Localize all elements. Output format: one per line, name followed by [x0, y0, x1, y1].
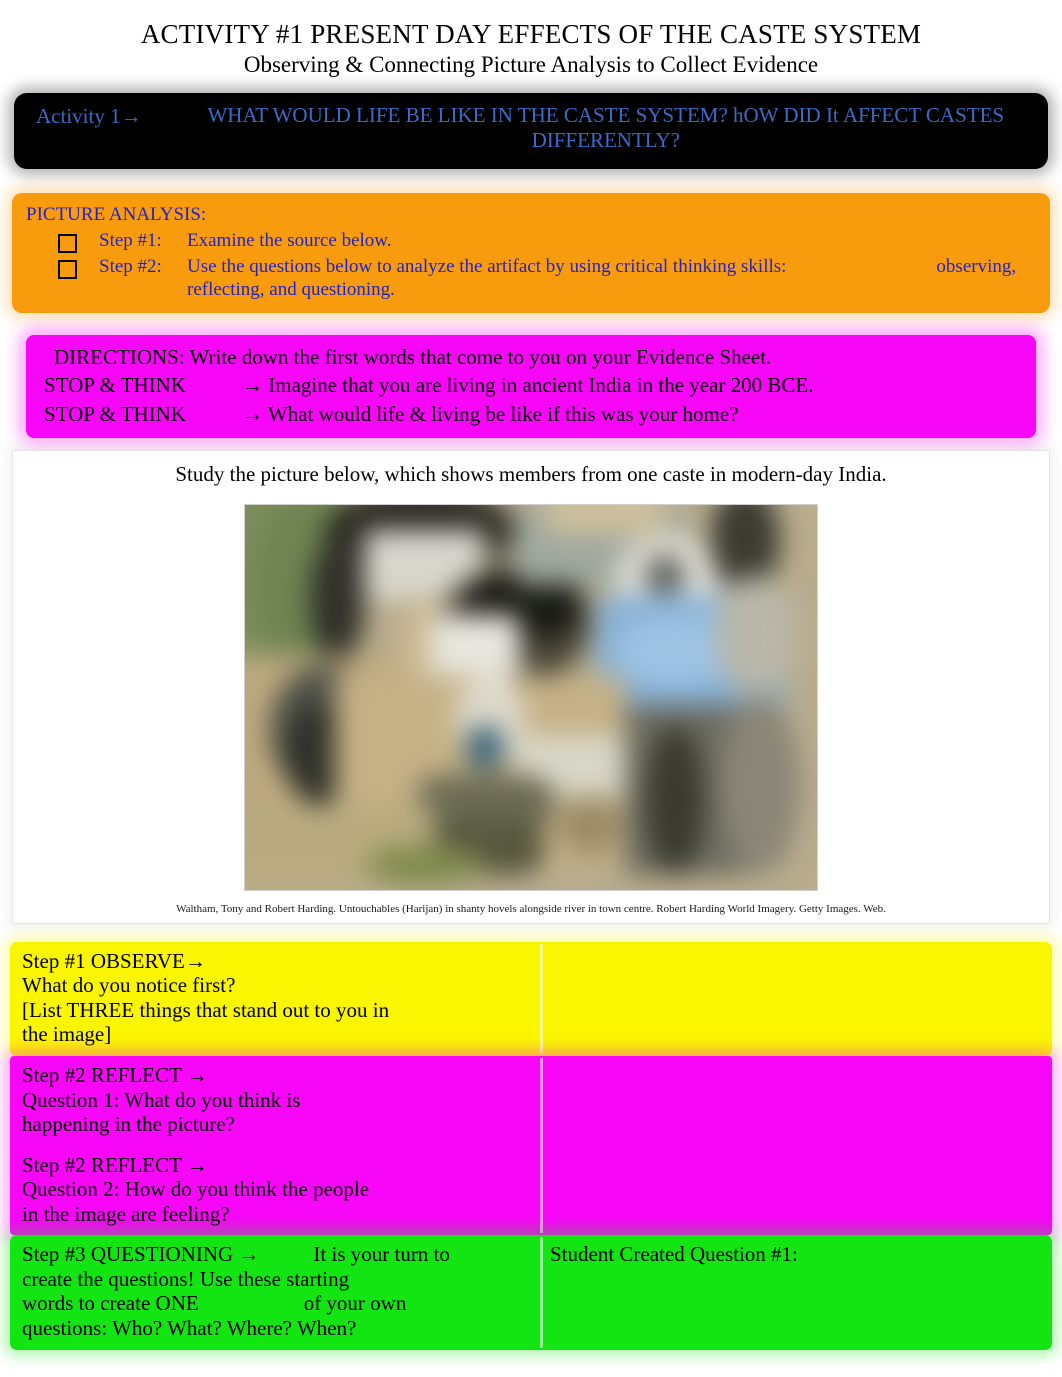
reflect-table: Step #2 REFLECT → Question 1: What do yo…: [10, 1055, 1052, 1236]
student-created-question-label: Student Created Question #1:: [550, 1242, 798, 1267]
response-tables: Step #1 OBSERVE→ What do you notice firs…: [0, 941, 1062, 1350]
source-photograph: [244, 503, 818, 891]
questioning-line-1: Step #3 QUESTIONING → It is your turn to: [22, 1242, 530, 1267]
stop-and-think-row-1: STOP & THINK → Imagine that you are livin…: [26, 371, 1036, 400]
reflect-1-answer-cell[interactable]: [540, 1056, 1052, 1146]
picture-analysis-step-1: Step #1: Examine the source below.: [58, 229, 1036, 253]
table-row: Step #3 QUESTIONING → It is your turn to …: [10, 1235, 1052, 1349]
table-row: Step #2 REFLECT → Question 2: How do you…: [10, 1146, 1052, 1236]
stop-and-think-label-1: STOP & THINK: [44, 373, 186, 398]
picture-container: Study the picture below, which shows mem…: [12, 450, 1050, 924]
questioning-line-2: create the questions! Use these starting: [22, 1266, 350, 1291]
reflect-2-answer-cell[interactable]: [540, 1146, 1052, 1236]
page-title-block: ACTIVITY #1 PRESENT DAY EFFECTS OF THE C…: [0, 0, 1062, 79]
reflect-1-line-2: Question 1: What do you think is: [22, 1087, 301, 1112]
observe-line-4: the image]: [22, 1022, 112, 1047]
questioning-line-1a: Step #3 QUESTIONING →: [22, 1242, 260, 1267]
stop-and-think-text-1: → Imagine that you are living in ancient…: [242, 373, 814, 398]
questioning-line-4: questions: Who? What? Where? When?: [22, 1316, 357, 1341]
picture-analysis-step-2: Step #2: Use the questions below to anal…: [58, 255, 1036, 301]
photograph-blurred-content: [245, 504, 817, 890]
reflect-2-prompt-cell: Step #2 REFLECT → Question 2: How do you…: [10, 1146, 540, 1236]
observe-prompt-cell: Step #1 OBSERVE→ What do you notice firs…: [10, 942, 540, 1056]
observe-line-1: Step #1 OBSERVE→: [22, 948, 206, 973]
questioning-table: Step #3 QUESTIONING → It is your turn to …: [10, 1235, 1052, 1350]
observe-table: Step #1 OBSERVE→ What do you notice firs…: [10, 941, 1052, 1056]
questioning-line-1b: It is your turn to: [313, 1242, 450, 1267]
table-row: Step #1 OBSERVE→ What do you notice firs…: [10, 942, 1052, 1056]
reflect-1-prompt-cell: Step #2 REFLECT → Question 1: What do yo…: [10, 1056, 540, 1146]
step-2-text-head: Use the questions below to analyze the a…: [187, 255, 787, 277]
stop-and-think-label-2: STOP & THINK: [44, 401, 186, 426]
observe-column-divider: [540, 943, 543, 1054]
reflect-2-line-3: in the image are feeling?: [22, 1201, 230, 1226]
stop-and-think-row-2: STOP & THINK → What would life & living b…: [26, 400, 1036, 429]
empty-checkbox-icon[interactable]: [58, 259, 77, 279]
activity-banner: Activity 1→ WHAT WOULD LIFE BE LIKE IN T…: [14, 92, 1048, 169]
student-question-cell[interactable]: Student Created Question #1:: [540, 1235, 1052, 1349]
step-2-label: Step #2:: [99, 255, 162, 277]
directions-line: DIRECTIONS: Write down the first words t…: [54, 344, 772, 369]
observe-line-2: What do you notice first?: [22, 973, 236, 998]
step-1-label: Step #1:: [99, 229, 162, 251]
picture-lead-in: Study the picture below, which shows mem…: [175, 462, 887, 487]
reflect-2-line-1: Step #2 REFLECT →: [22, 1152, 208, 1177]
activity-banner-question: WHAT WOULD LIFE BE LIKE IN THE CASTE SYS…: [207, 102, 1005, 153]
observe-answer-cell[interactable]: [540, 942, 1052, 1056]
table-row: Step #2 REFLECT → Question 1: What do yo…: [10, 1056, 1052, 1146]
empty-checkbox-icon[interactable]: [58, 233, 77, 253]
questioning-prompt-cell: Step #3 QUESTIONING → It is your turn to …: [10, 1235, 540, 1349]
step-2-text: Use the questions below to analyze the a…: [187, 255, 1036, 301]
questioning-line-3: words to create ONE of your own: [22, 1291, 530, 1316]
reflect-1-line-1: Step #2 REFLECT →: [22, 1062, 208, 1087]
reflect-1-line-3: happening in the picture?: [22, 1112, 235, 1137]
directions-panel: DIRECTIONS: Write down the first words t…: [26, 334, 1036, 439]
reflect-2-line-2: Question 2: How do you think the people: [22, 1177, 370, 1202]
stop-and-think-text-2: → What would life & living be like if th…: [242, 401, 739, 426]
reflect-column-divider: [540, 1057, 543, 1234]
page-title: ACTIVITY #1 PRESENT DAY EFFECTS OF THE C…: [140, 19, 922, 49]
step-1-text: Examine the source below.: [187, 229, 392, 251]
observe-line-3: [List THREE things that stand out to you…: [22, 997, 390, 1022]
picture-caption: Waltham, Tony and Robert Harding. Untouc…: [176, 902, 886, 915]
questioning-line-3b: of your own: [303, 1291, 407, 1316]
page-subtitle: Observing & Connecting Picture Analysis …: [243, 52, 819, 78]
picture-analysis-panel: PICTURE ANALYSIS: Step #1: Examine the s…: [12, 192, 1050, 313]
activity-banner-label: Activity 1→: [36, 103, 142, 128]
questioning-column-divider: [540, 1237, 543, 1348]
questioning-line-3a: words to create ONE: [22, 1291, 199, 1316]
picture-analysis-heading: PICTURE ANALYSIS:: [26, 203, 207, 225]
